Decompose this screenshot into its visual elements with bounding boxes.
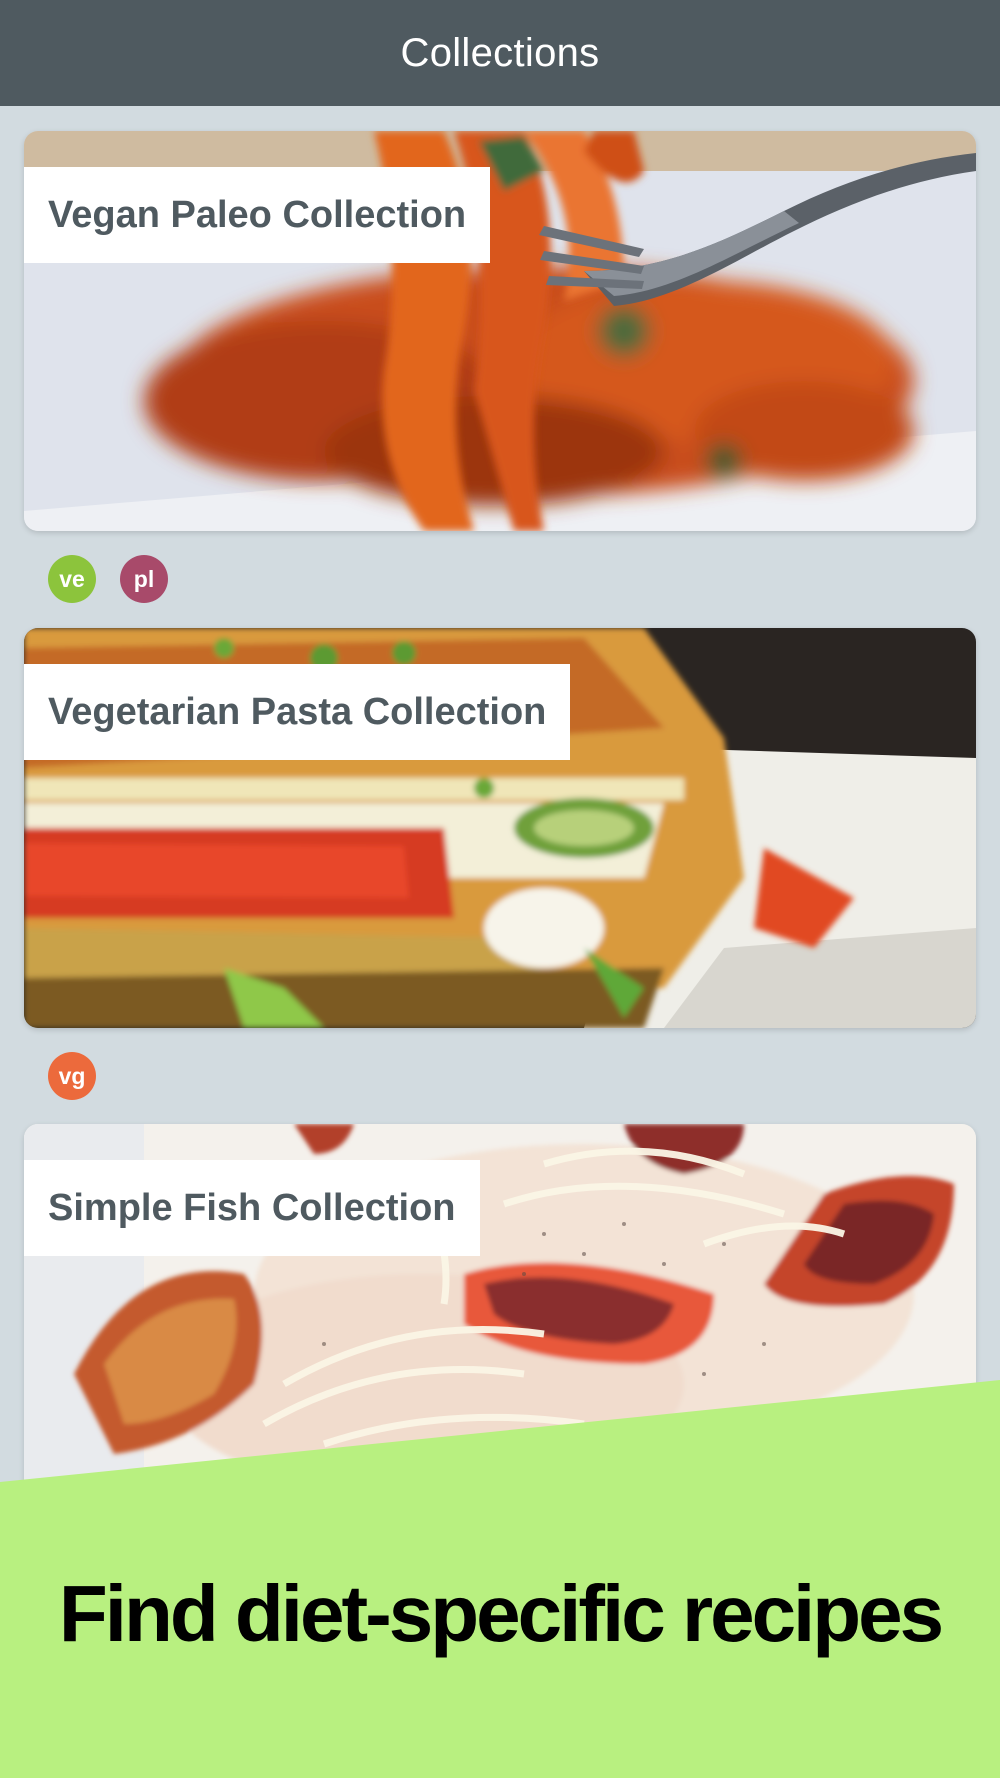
collection-card-simple-fish[interactable]: Simple Fish Collection: [24, 1124, 976, 1524]
diet-badges: ve pl: [48, 555, 168, 603]
diet-badge-vegan: ve: [48, 555, 96, 603]
collection-title: Simple Fish Collection: [24, 1160, 480, 1256]
page-title: Collections: [400, 30, 600, 75]
collection-card-vegetarian-pasta[interactable]: Vegetarian Pasta Collection: [24, 628, 976, 1028]
collection-title: Vegan Paleo Collection: [24, 167, 491, 263]
diet-badges: vg: [48, 1052, 96, 1100]
promo-headline: Find diet-specific recipes: [58, 1569, 944, 1658]
collection-title: Vegetarian Pasta Collection: [24, 664, 571, 760]
diet-badge-vegetarian: vg: [48, 1052, 96, 1100]
app-header: Collections: [0, 0, 1000, 106]
collection-card-vegan-paleo[interactable]: Vegan Paleo Collection: [24, 131, 976, 531]
diet-badge-paleo: pl: [120, 555, 168, 603]
